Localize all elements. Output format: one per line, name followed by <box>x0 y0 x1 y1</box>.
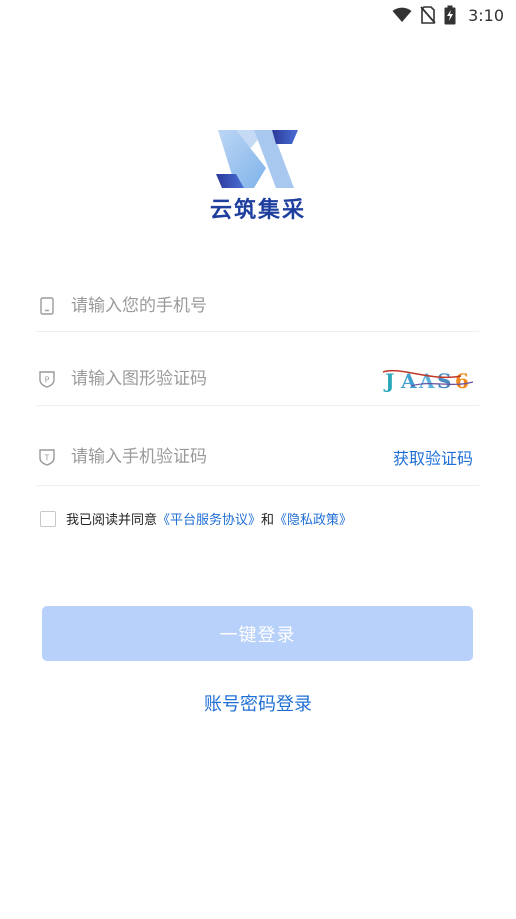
app-logo: 云筑集采 <box>0 128 516 224</box>
agreement-checkbox[interactable] <box>40 510 56 527</box>
status-bar: 3:10 <box>0 0 516 30</box>
one-click-login-button[interactable]: 一键登录 <box>42 606 473 661</box>
login-screen: 3:10 云筑集采 请输入您的手机号 P 请输入图形验证码 J A A S 6 … <box>0 0 516 919</box>
phone-input[interactable] <box>71 280 479 331</box>
get-code-button[interactable]: 获取验证码 <box>393 445 473 469</box>
status-time: 3:10 <box>468 5 504 25</box>
captcha-image[interactable]: J A A S 6 <box>381 362 477 396</box>
privacy-link[interactable]: 《隐私政策》 <box>274 509 352 528</box>
wifi-icon <box>392 7 412 23</box>
phone-row <box>37 280 479 332</box>
sms-code-row: T 获取验证码 <box>37 428 479 486</box>
phone-icon <box>37 296 57 315</box>
agreement-row: 我已阅读并同意 《平台服务协议》 和 《隐私政策》 <box>40 509 352 528</box>
svg-text:T: T <box>44 453 50 462</box>
t-shield-icon: T <box>37 448 57 466</box>
agreement-prefix: 我已阅读并同意 <box>66 513 158 528</box>
terms-link[interactable]: 《平台服务协议》 <box>157 509 261 528</box>
logo-text: 云筑集采 <box>209 198 306 223</box>
captcha-row: P J A A S 6 <box>37 352 479 406</box>
captcha-input[interactable] <box>71 352 381 405</box>
logo-mark-icon <box>216 130 298 188</box>
svg-text:A: A <box>418 369 435 393</box>
no-sim-icon <box>420 6 436 24</box>
svg-text:6: 6 <box>455 369 469 393</box>
sms-code-input[interactable] <box>71 428 393 485</box>
agreement-conjunction: 和 <box>261 513 275 528</box>
svg-text:P: P <box>45 375 50 384</box>
svg-text:J: J <box>383 369 394 393</box>
password-login-link[interactable]: 账号密码登录 <box>0 690 516 716</box>
battery-charging-icon <box>444 5 456 25</box>
parking-shield-icon: P <box>37 370 57 388</box>
svg-text:S: S <box>437 369 451 393</box>
